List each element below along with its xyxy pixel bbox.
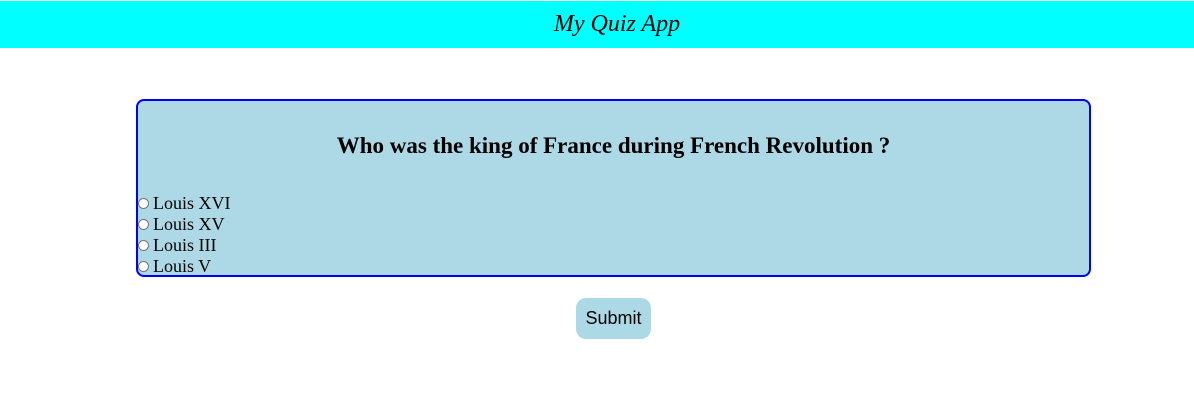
quiz-card: Who was the king of France during French… bbox=[136, 99, 1091, 277]
radio-button-icon[interactable] bbox=[138, 240, 149, 251]
app-header: My Quiz App bbox=[0, 1, 1194, 48]
question-text: Who was the king of France during French… bbox=[336, 133, 891, 158]
radio-button-icon[interactable] bbox=[138, 198, 149, 209]
answer-options: Louis XVI Louis XV Louis III Louis V bbox=[138, 193, 231, 277]
answer-option[interactable]: Louis V bbox=[138, 256, 231, 277]
submit-button[interactable]: Submit bbox=[576, 298, 651, 339]
answer-option[interactable]: Louis XVI bbox=[138, 193, 231, 214]
answer-option-label[interactable]: Louis XV bbox=[153, 214, 225, 235]
answer-option-label[interactable]: Louis XVI bbox=[153, 193, 231, 214]
answer-option-label[interactable]: Louis V bbox=[153, 256, 211, 277]
answer-option-label[interactable]: Louis III bbox=[153, 235, 216, 256]
radio-button-icon[interactable] bbox=[138, 261, 149, 272]
app-title: My Quiz App bbox=[553, 11, 681, 37]
answer-option[interactable]: Louis XV bbox=[138, 214, 231, 235]
answer-option[interactable]: Louis III bbox=[138, 235, 231, 256]
radio-button-icon[interactable] bbox=[138, 219, 149, 230]
